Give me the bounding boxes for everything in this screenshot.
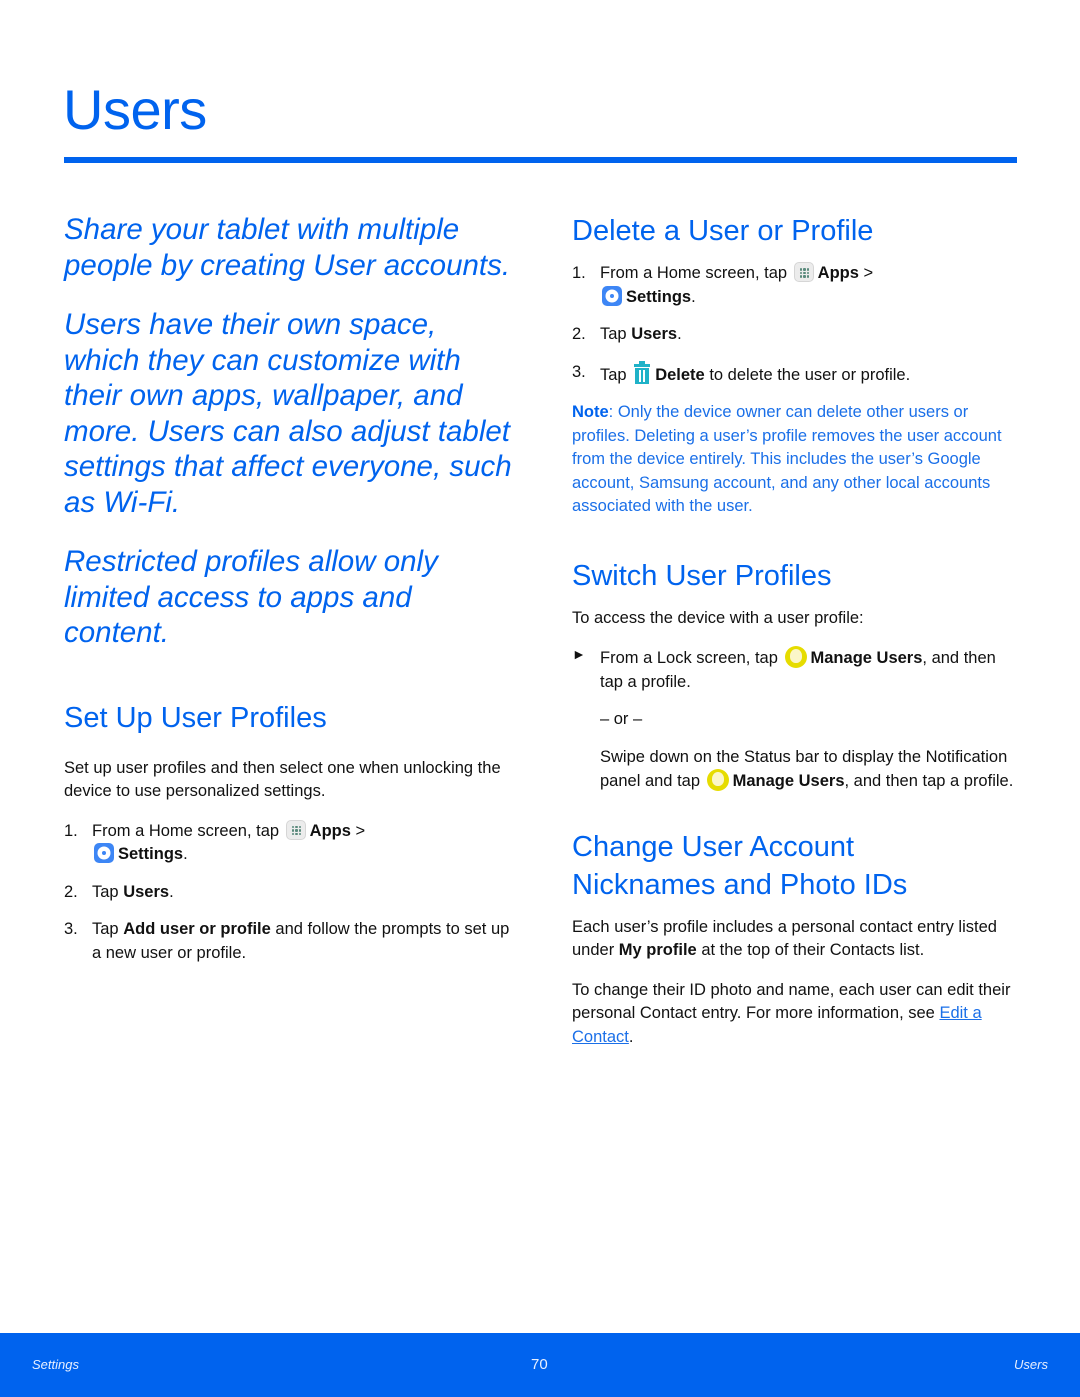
list-item: 3. Tap Delete to delete the user or prof… [572,360,911,385]
intro-paragraph: Users have their own space, which they c… [64,308,512,519]
list-item: 1. From a Home screen, tap Apps > Settin… [64,819,366,863]
note: Note: Only the device owner can delete o… [572,403,1002,515]
footer-chapter: Settings [32,1357,79,1372]
page-footer: Settings 70 Users [0,1333,1080,1397]
apps-dot [295,829,298,832]
list-item: 3. Tap Add user or profile and follow th… [64,920,510,962]
section-heading-change: Change User Account Nicknames and Photo … [572,830,908,901]
apps-dot [799,275,803,278]
switch-bullet: ► From a Lock screen, tap Manage Users, … [572,646,1022,794]
apps-dot [806,275,810,278]
apps-dot [803,268,806,271]
apps-dot [291,825,295,828]
apps-icon [793,262,814,282]
change-paragraph: To change their ID photo and name, each … [572,980,1011,1046]
apps-dot [295,825,298,828]
apps-dot [799,271,803,274]
trash-icon [633,360,651,385]
left-column: Share your tablet with multiple people b… [64,212,514,979]
section-heading-setup: Set Up User Profiles [64,701,327,734]
delete-steps: 1. From a Home screen, tap Apps > Settin… [572,262,1022,387]
or-separator: – or – [600,710,643,728]
list-item: 2. Tap Users. [572,325,682,343]
settings-icon [602,285,622,306]
setup-body: Set up user profiles and then select one… [64,758,501,801]
apps-dot [806,271,810,274]
setup-steps: 1. From a Home screen, tap Apps > Settin… [64,819,514,966]
apps-dot [291,832,295,835]
apps-dot [298,825,302,828]
settings-icon [94,843,114,863]
section-heading-delete: Delete a User or Profile [572,215,874,247]
apps-dot [803,271,806,274]
apps-dot [799,268,803,271]
footer-section: Users [1014,1357,1048,1372]
section-heading-switch: Switch User Profiles [572,559,832,592]
arrow-bullet-icon: ► [572,646,586,662]
intro-paragraph: Share your tablet with multiple people b… [64,213,511,282]
title-divider [64,157,1017,163]
manage-users-icon [706,769,729,791]
manage-users-icon [784,646,807,668]
change-paragraph: Each user’s profile includes a personal … [572,917,997,960]
list-item: 1. From a Home screen, tap Apps > Settin… [572,262,874,306]
apps-dot [295,832,298,835]
right-column: Delete a User or Profile 1. From a Home … [572,212,1022,1049]
list-item: 2. Tap Users. [64,882,174,901]
page-number: 70 [531,1356,548,1373]
apps-dot [803,275,806,278]
apps-icon [285,819,306,840]
switch-intro: To access the device with a user profile… [572,608,864,627]
intro-paragraph: Restricted profiles allow only limited a… [64,545,438,649]
apps-dot [298,832,302,835]
page-title: Users [63,78,207,141]
apps-dot [298,829,302,832]
apps-dot [806,268,810,271]
apps-dot [291,829,295,832]
